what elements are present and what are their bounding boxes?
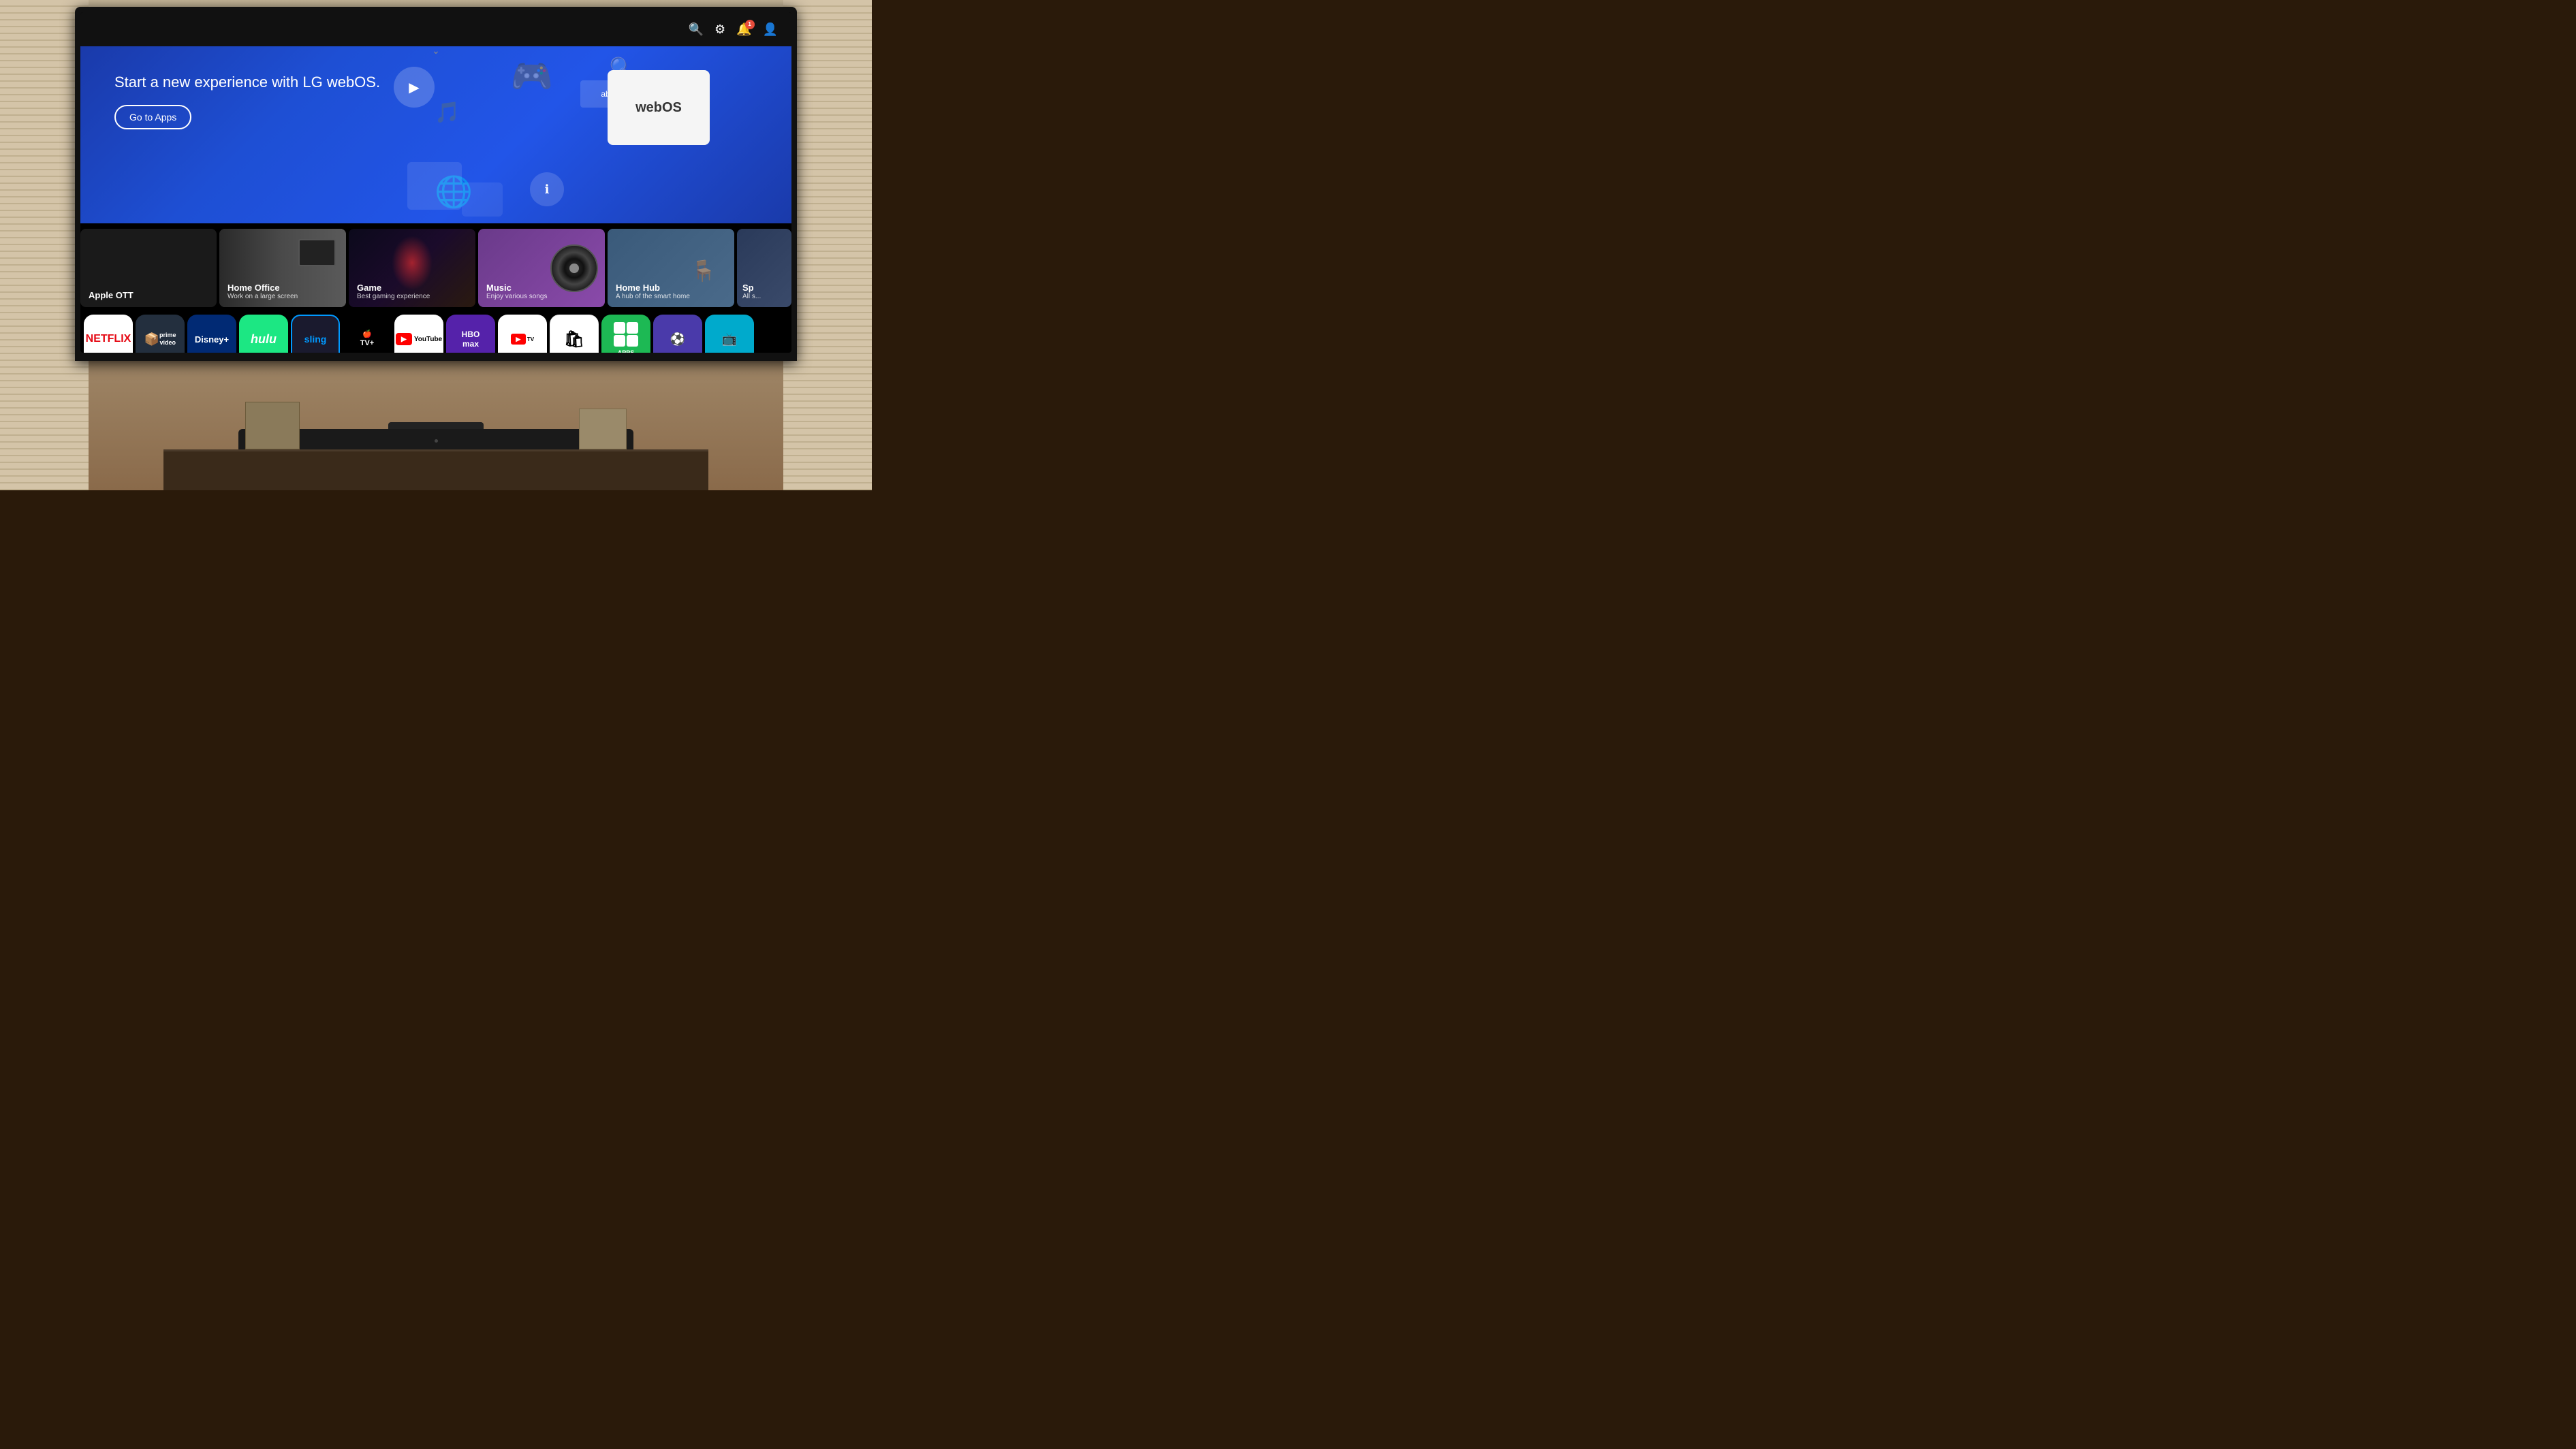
app-sports[interactable]: ⚽ — [653, 315, 702, 353]
tv-frame: 🔍 ⚙ 🔔 1 👤 ▶ 🎮 🎵 🌐 🔍 ℹ abc — [75, 7, 797, 490]
home-office-label: Home Office Work on a large screen — [227, 283, 298, 300]
office-monitor-icon — [298, 239, 336, 266]
app-shop-tv[interactable]: 🛍 — [550, 315, 599, 353]
app-hbo-max[interactable]: HBOmax — [446, 315, 495, 353]
table-box-left — [245, 402, 300, 449]
app-hulu[interactable]: hulu — [239, 315, 288, 353]
hulu-label: hulu — [251, 332, 277, 347]
sling-label: sling — [304, 334, 327, 345]
category-home-office[interactable]: Home Office Work on a large screen — [219, 229, 346, 307]
deco-play-button: ▶ — [394, 67, 435, 108]
go-to-apps-button[interactable]: Go to Apps — [114, 105, 191, 129]
notification-badge: 1 — [745, 20, 755, 29]
category-home-hub[interactable]: 🪑 Home Hub A hub of the smart home — [608, 229, 734, 307]
appletv-label: 🍎TV+ — [360, 330, 374, 348]
apple-ott-label: Apple OTT — [89, 290, 133, 300]
webos-logo-card: webOS — [608, 70, 710, 145]
youtubetv-play-icon: ▶ — [511, 334, 526, 345]
game-glow-effect — [392, 236, 433, 290]
deco-music-icon: 🎵 — [435, 101, 460, 125]
game-label: Game Best gaming experience — [357, 283, 430, 300]
youtube-play-icon: ▶ — [396, 333, 412, 345]
app-youtube-tv[interactable]: ▶ TV — [498, 315, 547, 353]
hero-content: Start a new experience with LG webOS. Go… — [114, 74, 380, 129]
tv-bezel: 🔍 ⚙ 🔔 1 👤 ▶ 🎮 🎵 🌐 🔍 ℹ abc — [75, 7, 797, 361]
deco-cube-1 — [407, 162, 462, 210]
settings-icon[interactable]: ⚙ — [714, 22, 725, 37]
deco-globe-icon: 🌐 — [435, 174, 473, 210]
scroll-down-chevron[interactable]: ⌄ — [430, 345, 441, 353]
app-apple-tv[interactable]: 🍎TV+ — [343, 315, 392, 353]
netflix-label: NETFLIX — [86, 333, 131, 345]
youtube-logo: ▶ YouTube — [396, 333, 442, 345]
tv-screen: 🔍 ⚙ 🔔 1 👤 ▶ 🎮 🎵 🌐 🔍 ℹ abc — [80, 12, 791, 353]
category-game[interactable]: Game Best gaming experience — [349, 229, 475, 307]
home-office-subtitle: Work on a large screen — [227, 293, 298, 300]
categories-row: Apple OTT Home Office Work on a large sc… — [80, 229, 791, 307]
disney-label: Disney+ — [195, 334, 229, 345]
game-title: Game — [357, 283, 430, 293]
screen-share-icon: 📺 — [722, 332, 737, 347]
profile-icon[interactable]: 👤 — [763, 22, 778, 37]
deco-cube-2 — [462, 182, 503, 217]
apps-row: NETFLIX 📦 primevideo Disney+ hulu sli — [80, 312, 791, 353]
prime-label: primevideo — [159, 332, 176, 347]
search-icon[interactable]: 🔍 — [689, 22, 704, 37]
table-surface — [163, 449, 708, 490]
app-netflix[interactable]: NETFLIX — [84, 315, 133, 353]
sp-title: Sp — [742, 283, 761, 293]
app-disney-plus[interactable]: Disney+ — [187, 315, 236, 353]
scroll-indicator: ⌄ — [432, 45, 440, 57]
deco-info-icon: ℹ — [530, 172, 564, 206]
youtubetv-label: TV — [527, 336, 534, 343]
hero-banner: ▶ 🎮 🎵 🌐 🔍 ℹ abc Start a new experience w… — [80, 46, 791, 223]
hero-title: Start a new experience with LG webOS. — [114, 74, 380, 91]
apple-ott-title: Apple OTT — [89, 290, 133, 300]
notification-icon[interactable]: 🔔 1 — [736, 22, 751, 37]
hub-chair-icon: 🪑 — [687, 259, 721, 300]
apps-label: APPS — [618, 349, 635, 353]
deco-gamepad-icon: 🎮 — [511, 57, 553, 97]
shoptv-icon: 🛍 — [564, 330, 584, 349]
home-office-title: Home Office — [227, 283, 298, 293]
vinyl-record — [550, 244, 598, 292]
prime-smile-icon: 📦 — [144, 332, 159, 347]
app-sling[interactable]: sling — [291, 315, 340, 353]
soundbar-indicator — [435, 439, 438, 443]
vinyl-center — [569, 264, 579, 273]
sports-icon: ⚽ — [670, 332, 685, 347]
app-screen-share[interactable]: 📺 — [705, 315, 754, 353]
top-bar: 🔍 ⚙ 🔔 1 👤 — [80, 12, 791, 46]
music-label: Music Enjoy various songs — [486, 283, 548, 300]
sp-label: Sp All s... — [742, 283, 761, 300]
category-music[interactable]: Music Enjoy various songs — [478, 229, 605, 307]
app-prime-video[interactable]: 📦 primevideo — [136, 315, 185, 353]
game-subtitle: Best gaming experience — [357, 293, 430, 300]
music-subtitle: Enjoy various songs — [486, 293, 548, 300]
category-apple-ott[interactable]: Apple OTT — [80, 229, 217, 307]
youtube-label: YouTube — [414, 336, 442, 343]
home-hub-label: Home Hub A hub of the smart home — [616, 283, 690, 300]
apps-grid-icon — [614, 322, 638, 347]
category-sp[interactable]: Sp All s... — [737, 229, 791, 307]
home-hub-subtitle: A hub of the smart home — [616, 293, 690, 300]
sp-subtitle: All s... — [742, 293, 761, 300]
app-apps-launcher[interactable]: APPS — [601, 315, 650, 353]
table-box-right — [579, 409, 627, 449]
hbomax-label: HBOmax — [462, 330, 480, 349]
tv-stand — [232, 422, 640, 490]
music-title: Music — [486, 283, 548, 293]
webos-logo-text: webOS — [635, 100, 682, 116]
youtubetv-logo: ▶ TV — [511, 334, 534, 345]
home-hub-title: Home Hub — [616, 283, 690, 293]
